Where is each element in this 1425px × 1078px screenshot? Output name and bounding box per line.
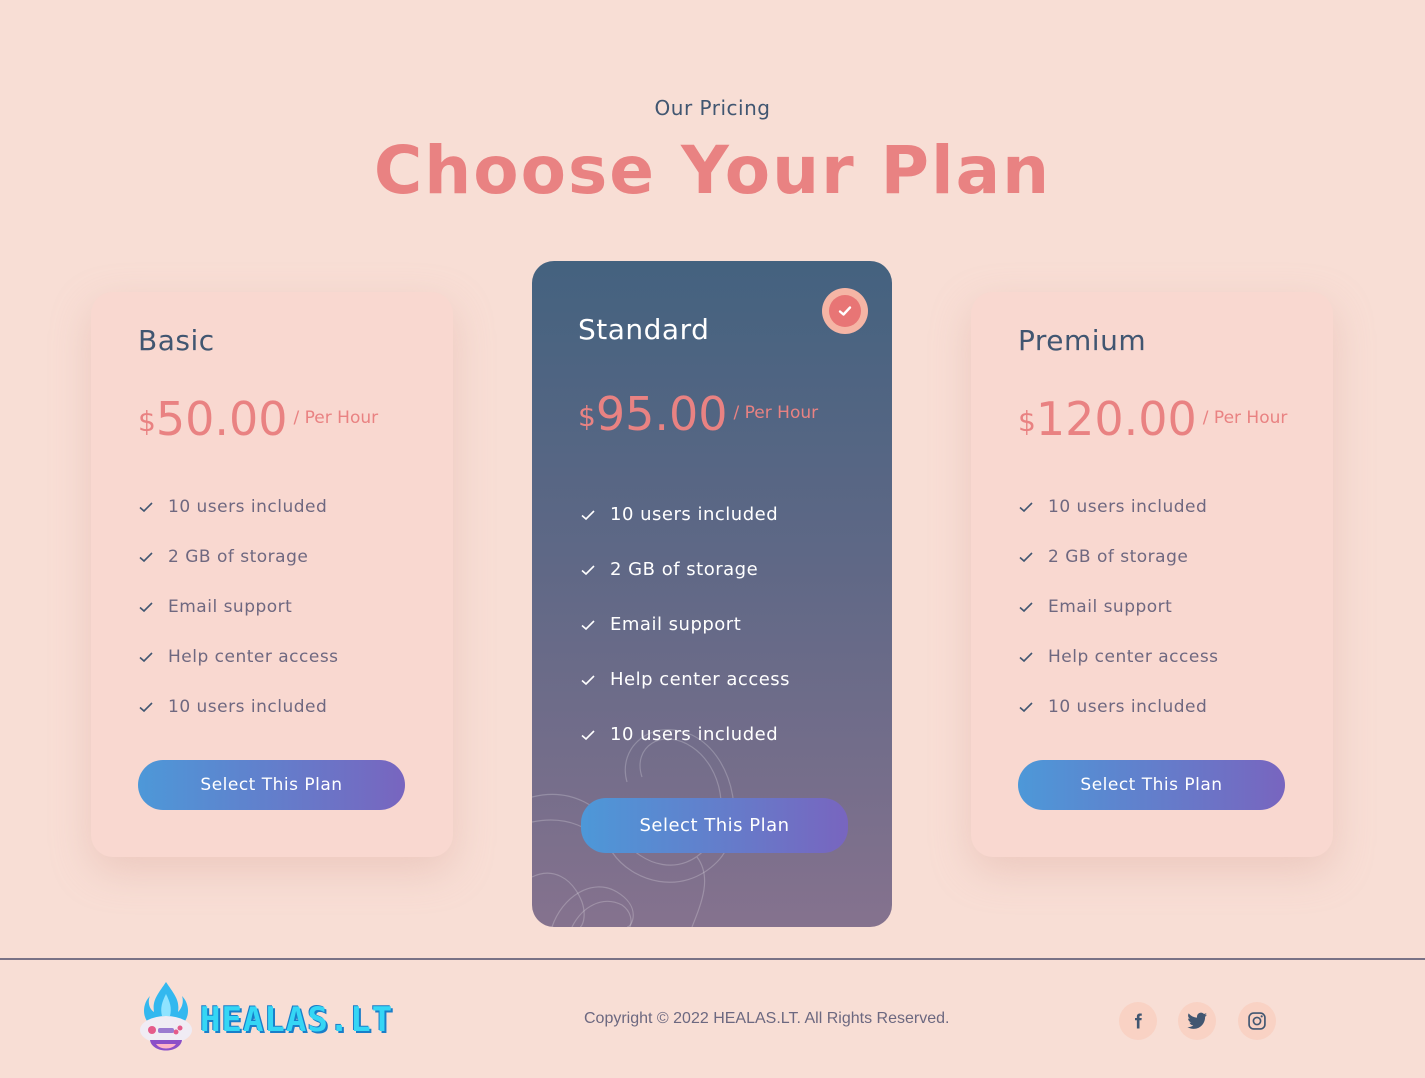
section-subtitle: Our Pricing [654, 96, 771, 120]
feature-label: Email support [1048, 597, 1173, 617]
feature-item: Help center access [580, 652, 790, 707]
logo-text: HEALAS.LT [200, 1000, 394, 1040]
feature-label: 10 users included [610, 504, 779, 525]
plan-price: $120.00/ Per Hour [1018, 392, 1287, 446]
check-icon [139, 652, 153, 663]
check-icon [139, 552, 153, 563]
feature-item: Email support [1018, 582, 1219, 632]
feature-item: Email support [138, 582, 339, 632]
page-title: Choose Your Plan [373, 132, 1052, 209]
feature-label: Help center access [610, 669, 791, 690]
plan-name: Standard [578, 313, 710, 346]
check-icon [581, 619, 595, 630]
plan-price: $95.00/ Per Hour [578, 387, 818, 441]
check-icon [1019, 602, 1033, 613]
feature-label: 10 users included [1048, 497, 1208, 517]
copyright-text: Copyright © 2022 HEALAS.LT. All Rights R… [584, 1010, 950, 1027]
feature-list: 10 users included 2 GB of storage Email … [138, 482, 339, 732]
plan-name: Premium [1018, 324, 1147, 357]
feature-item: 10 users included [1018, 482, 1219, 532]
plan-price: $50.00/ Per Hour [138, 392, 378, 446]
feature-item: 2 GB of storage [1018, 532, 1219, 582]
check-icon [139, 502, 153, 513]
price-currency: $ [138, 405, 156, 438]
feature-item: 2 GB of storage [138, 532, 339, 582]
feature-list: 10 users included 2 GB of storage Email … [580, 487, 790, 762]
feature-item: 10 users included [138, 682, 339, 732]
check-icon [581, 509, 595, 520]
feature-item: Help center access [1018, 632, 1219, 682]
feature-item: Help center access [138, 632, 339, 682]
feature-label: Email support [168, 597, 293, 617]
plan-card-standard: Standard $95.00/ Per Hour 10 users inclu… [532, 261, 892, 927]
feature-label: 10 users included [168, 497, 328, 517]
feature-list: 10 users included 2 GB of storage Email … [1018, 482, 1219, 732]
price-amount: 95.00 [595, 387, 728, 441]
instagram-icon [1248, 1012, 1266, 1030]
facebook-link[interactable] [1119, 1002, 1157, 1040]
check-icon [581, 674, 595, 685]
twitter-link[interactable] [1178, 1002, 1216, 1040]
feature-item: 10 users included [580, 707, 790, 762]
price-currency: $ [578, 400, 596, 433]
price-period: / Per Hour [1202, 408, 1288, 428]
price-period: / Per Hour [733, 403, 819, 423]
feature-label: Help center access [168, 647, 339, 667]
plan-name: Basic [138, 324, 215, 357]
feature-item: 2 GB of storage [580, 542, 790, 597]
check-icon [1019, 552, 1033, 563]
plan-card-premium: Premium $120.00/ Per Hour 10 users inclu… [971, 292, 1333, 857]
check-icon [581, 729, 595, 740]
mascot-icon [140, 982, 192, 1051]
plan-card-basic: Basic $50.00/ Per Hour 10 users included… [91, 292, 453, 857]
selected-badge [822, 288, 868, 334]
feature-item: 10 users included [580, 487, 790, 542]
select-plan-button[interactable]: Select This Plan [1018, 760, 1285, 810]
price-period: / Per Hour [293, 408, 379, 428]
feature-item: 10 users included [138, 482, 339, 532]
check-icon [139, 702, 153, 713]
select-plan-button[interactable]: Select This Plan [581, 798, 848, 853]
footer: HEALAS.LT Copyright © 2022 HEALAS.LT. Al… [0, 958, 1425, 1078]
price-currency: $ [1018, 405, 1036, 438]
feature-label: 10 users included [610, 724, 779, 745]
feature-label: 10 users included [168, 697, 328, 717]
check-icon [1019, 652, 1033, 663]
feature-label: 2 GB of storage [1048, 547, 1189, 567]
feature-item: 10 users included [1018, 682, 1219, 732]
check-icon [581, 564, 595, 575]
checkmark-icon [838, 306, 852, 316]
site-logo[interactable]: HEALAS.LT [138, 980, 393, 1060]
feature-item: Email support [580, 597, 790, 652]
check-icon [1019, 702, 1033, 713]
check-icon [139, 602, 153, 613]
feature-label: Email support [610, 614, 742, 635]
feature-label: 2 GB of storage [610, 559, 759, 580]
feature-label: Help center access [1048, 647, 1219, 667]
check-icon [1019, 502, 1033, 513]
select-plan-button[interactable]: Select This Plan [138, 760, 405, 810]
price-amount: 120.00 [1035, 392, 1197, 446]
instagram-link[interactable] [1238, 1002, 1276, 1040]
feature-label: 10 users included [1048, 697, 1208, 717]
feature-label: 2 GB of storage [168, 547, 309, 567]
price-amount: 50.00 [155, 392, 288, 446]
twitter-icon [1187, 1012, 1207, 1029]
facebook-icon [1135, 1013, 1142, 1029]
